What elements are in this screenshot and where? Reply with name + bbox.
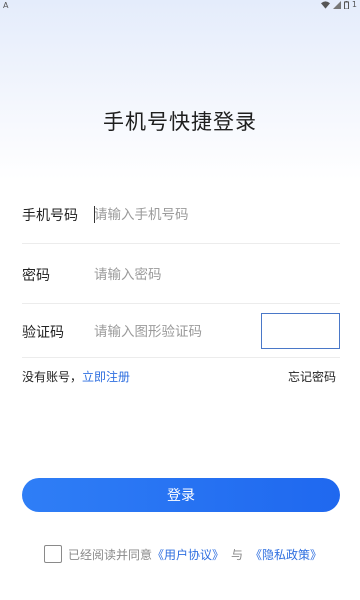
status-icons: 1 [320, 0, 357, 9]
captcha-image[interactable] [261, 313, 340, 349]
account-links: 没有账号，立即注册 忘记密码 [22, 368, 340, 386]
agreement-row: 已经阅读并同意 《用户协议》 与 《隐私政策》 [44, 544, 322, 564]
password-input[interactable] [94, 246, 254, 303]
agreement-and: 与 [231, 547, 244, 562]
header-gradient [0, 0, 360, 180]
password-label: 密码 [22, 267, 50, 284]
signal-icon [332, 0, 341, 9]
phone-label: 手机号码 [22, 207, 78, 224]
status-number: 1 [351, 0, 357, 9]
phone-row: 手机号码 [22, 186, 340, 244]
status-bar: A 1 [0, 0, 360, 12]
notification-icon: A [3, 1, 9, 10]
no-account-text: 没有账号，立即注册 [22, 368, 130, 385]
captcha-label: 验证码 [22, 324, 64, 341]
forgot-password-link[interactable]: 忘记密码 [288, 368, 336, 385]
register-link[interactable]: 立即注册 [82, 370, 130, 384]
no-account-label: 没有账号， [22, 370, 83, 384]
battery-icon [343, 0, 349, 9]
privacy-policy-link[interactable]: 《隐私政策》 [250, 546, 322, 563]
user-agreement-link[interactable]: 《用户协议》 [152, 546, 224, 563]
agreement-checkbox[interactable] [44, 545, 62, 563]
captcha-row: 验证码 [22, 306, 340, 358]
phone-input[interactable] [94, 186, 254, 243]
password-row: 密码 [22, 246, 340, 304]
text-cursor [94, 206, 95, 223]
login-button[interactable]: 登录 [22, 478, 340, 512]
page-title: 手机号快捷登录 [103, 110, 257, 134]
captcha-input[interactable] [94, 306, 259, 357]
agreement-prefix: 已经阅读并同意 [68, 547, 153, 562]
wifi-icon [320, 0, 330, 9]
